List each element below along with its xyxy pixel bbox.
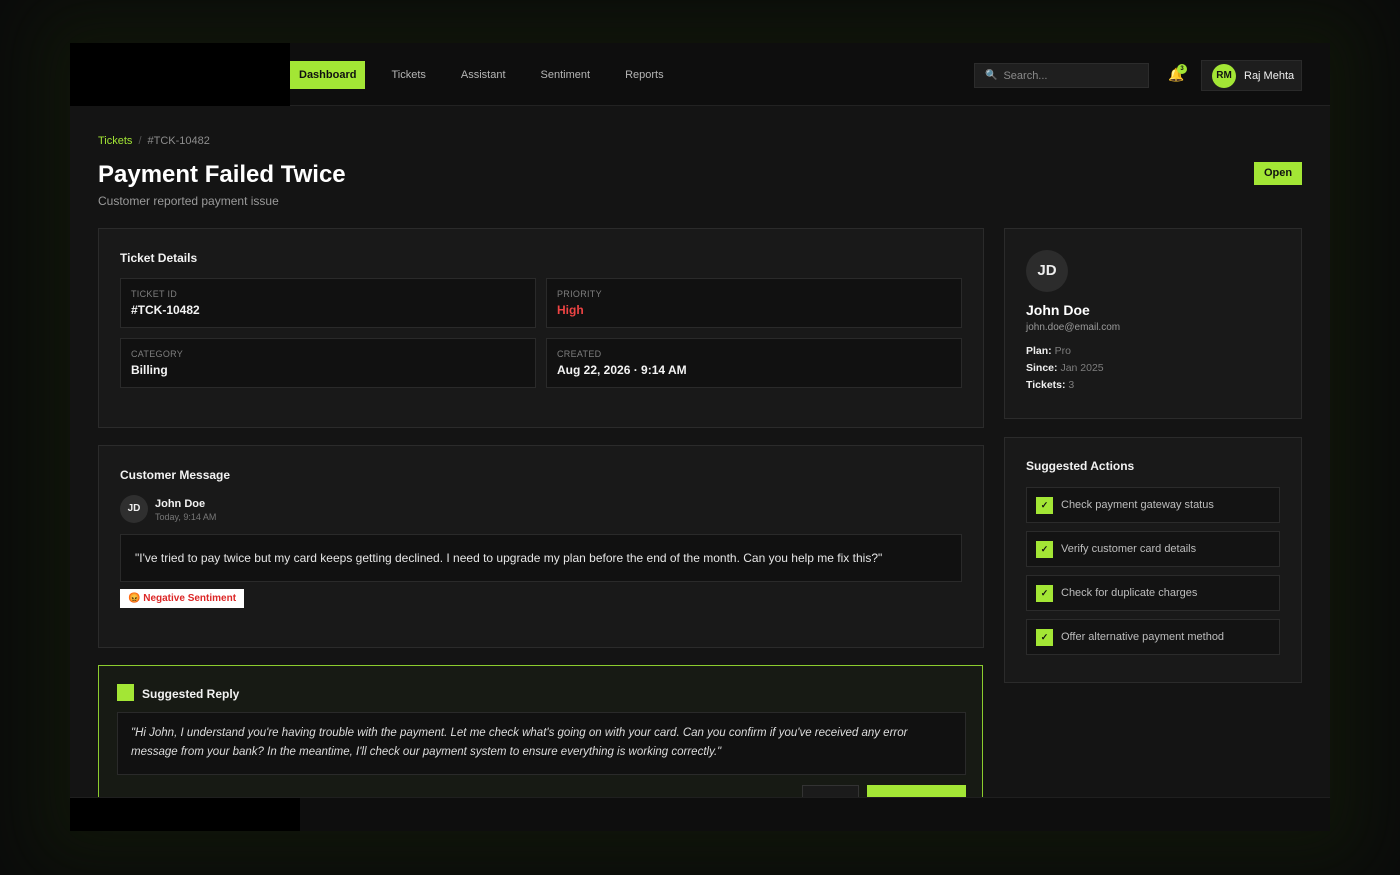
field-value: Aug 22, 2026 · 9:14 AM (557, 363, 687, 377)
message-timestamp: Today, 9:14 AM (155, 512, 217, 522)
action-item[interactable]: ✓ Offer alternative payment method (1026, 619, 1280, 655)
main-nav: Dashboard Tickets Assistant Sentiment Re… (290, 61, 690, 89)
nav-item-assistant[interactable]: Assistant (452, 61, 515, 89)
search-input[interactable] (1003, 69, 1134, 82)
action-label: Offer alternative payment method (1061, 631, 1225, 643)
search-box[interactable]: 🔍 (974, 63, 1149, 88)
tickets-value: 3 (1068, 379, 1075, 391)
suggested-reply-title: Suggested Reply (142, 687, 240, 701)
field-label: TICKET ID (131, 289, 178, 299)
field-label: CREATED (557, 349, 602, 359)
customer-name: John Doe (1026, 302, 1090, 318)
tickets-label: Tickets: (1026, 379, 1066, 391)
action-item[interactable]: ✓ Check for duplicate charges (1026, 575, 1280, 611)
sentiment-badge: 😡 Negative Sentiment (120, 589, 245, 608)
avatar: RM (1212, 63, 1236, 88)
action-item[interactable]: ✓ Verify customer card details (1026, 531, 1280, 567)
check-icon: ✓ (1036, 540, 1053, 558)
app-window: Dashboard Tickets Assistant Sentiment Re… (70, 43, 1330, 831)
check-icon: ✓ (1036, 584, 1053, 602)
field-priority: PRIORITY High (546, 278, 962, 328)
action-label: Check payment gateway status (1061, 499, 1214, 511)
page-title: Payment Failed Twice (98, 161, 346, 188)
suggested-actions-title: Suggested Actions (1026, 459, 1135, 473)
check-icon: ✓ (1036, 628, 1053, 646)
action-label: Check for duplicate charges (1061, 587, 1198, 599)
breadcrumb-separator: / (138, 135, 142, 147)
breadcrumb-tickets-link[interactable]: Tickets (98, 135, 132, 147)
action-label: Verify customer card details (1061, 543, 1197, 555)
status-badge: Open (1254, 162, 1302, 185)
reply-icon (117, 684, 134, 701)
ticket-details-card: Ticket Details TICKET ID #TCK-10482 PRIO… (98, 228, 984, 428)
ticket-details-title: Ticket Details (120, 251, 198, 265)
nav-item-tickets[interactable]: Tickets (382, 61, 434, 89)
since-label: Since: (1026, 362, 1058, 374)
plan-label: Plan: (1026, 345, 1052, 357)
nav-item-reports[interactable]: Reports (616, 61, 673, 89)
avatar: JD (1026, 250, 1068, 292)
message-author: John Doe (155, 498, 206, 510)
bottom-bar (70, 797, 1330, 831)
field-value: Billing (131, 363, 168, 377)
page-subtitle: Customer reported payment issue (98, 194, 279, 208)
suggested-reply-card: Suggested Reply "Hi John, I understand y… (98, 665, 983, 815)
customer-plan: Plan: Pro (1026, 345, 1071, 357)
suggested-reply-body[interactable]: "Hi John, I understand you're having tro… (117, 712, 966, 775)
breadcrumb-current: #TCK-10482 (147, 135, 210, 147)
nav-item-sentiment[interactable]: Sentiment (532, 61, 600, 89)
customer-message-card: Customer Message JD John Doe Today, 9:14… (98, 445, 984, 648)
since-value: Jan 2025 (1060, 362, 1104, 374)
action-item[interactable]: ✓ Check payment gateway status (1026, 487, 1280, 523)
message-body: "I've tried to pay twice but my card kee… (120, 534, 962, 582)
nav-item-dashboard[interactable]: Dashboard (290, 61, 366, 89)
breadcrumb: Tickets / #TCK-10482 (98, 135, 210, 147)
field-created: CREATED Aug 22, 2026 · 9:14 AM (546, 338, 962, 388)
logo (70, 43, 290, 106)
field-value: #TCK-10482 (131, 303, 200, 317)
field-label: CATEGORY (131, 349, 184, 359)
user-name: Raj Mehta (1244, 69, 1295, 82)
customer-email: john.doe@email.com (1026, 322, 1121, 333)
field-category: CATEGORY Billing (120, 338, 536, 388)
field-label: PRIORITY (557, 289, 602, 299)
field-ticket-id: TICKET ID #TCK-10482 (120, 278, 536, 328)
notification-badge: 3 (1177, 64, 1187, 74)
suggested-actions-card: Suggested Actions ✓ Check payment gatewa… (1004, 437, 1302, 683)
customer-message-title: Customer Message (120, 468, 231, 482)
customer-tickets: Tickets: 3 (1026, 379, 1074, 391)
plan-value: Pro (1054, 345, 1071, 357)
search-icon: 🔍 (985, 70, 998, 81)
avatar: JD (120, 495, 148, 523)
top-navbar: Dashboard Tickets Assistant Sentiment Re… (70, 43, 1330, 106)
customer-since: Since: Jan 2025 (1026, 362, 1104, 374)
field-value: High (557, 303, 584, 317)
bottom-logo-block (70, 798, 300, 831)
user-menu[interactable]: RM Raj Mehta (1201, 60, 1302, 91)
customer-profile-card: JD John Doe john.doe@email.com Plan: Pro… (1004, 228, 1302, 419)
check-icon: ✓ (1036, 496, 1053, 514)
